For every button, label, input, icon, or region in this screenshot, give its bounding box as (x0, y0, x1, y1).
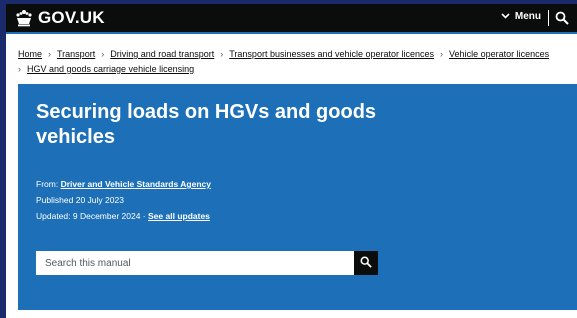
breadcrumb-driving-road-transport[interactable]: Driving and road transport (110, 49, 214, 59)
govuk-logo-link[interactable]: GOV.UK (14, 8, 105, 28)
breadcrumb-transport[interactable]: Transport (57, 49, 95, 59)
breadcrumb-home[interactable]: Home (18, 49, 42, 59)
breadcrumb-hgv-licensing[interactable]: HGV and goods carriage vehicle licensing (27, 64, 194, 74)
page-title: Securing loads on HGVs and goods vehicle… (36, 101, 377, 148)
updated-line: Updated: 9 December 2024 · See all updat… (36, 208, 211, 224)
chevron-right-icon: › (220, 49, 224, 59)
header-divider (548, 10, 549, 26)
published-line: Published 20 July 2023 (36, 192, 211, 208)
updated-date: 9 December 2024 · (72, 211, 146, 221)
search-icon (555, 11, 569, 29)
published-label: Published (36, 195, 74, 205)
search-submit-button[interactable] (354, 251, 378, 275)
hero-banner: Securing loads on HGVs and goods vehicle… (18, 84, 577, 310)
from-label: From: (36, 179, 59, 189)
breadcrumb: Home › Transport › Driving and road transpor… (18, 47, 563, 77)
search-icon (360, 256, 372, 271)
manual-search-form (36, 251, 378, 275)
breadcrumb-vehicle-operator-licences[interactable]: Vehicle operator licences (449, 49, 549, 59)
metadata: From: Driver and Vehicle Standards Agenc… (36, 176, 211, 224)
crown-icon (14, 9, 34, 27)
from-organisation-link[interactable]: Driver and Vehicle Standards Agency (61, 179, 211, 189)
header-search-button[interactable] (555, 11, 569, 25)
chevron-right-icon: › (48, 49, 52, 59)
header-bar: GOV.UK Menu (6, 4, 577, 32)
search-input[interactable] (36, 251, 354, 275)
menu-label: Menu (514, 11, 541, 22)
chevron-right-icon: › (101, 49, 105, 59)
from-line: From: Driver and Vehicle Standards Agenc… (36, 176, 211, 192)
see-all-updates-link[interactable]: See all updates (148, 211, 210, 221)
header-accent-line (6, 32, 577, 34)
chevron-down-icon (501, 11, 510, 22)
chevron-right-icon: › (18, 64, 21, 74)
page: GOV.UK Menu Home › Transport › Driving and r… (6, 4, 577, 318)
published-date: 20 July 2023 (75, 195, 124, 205)
breadcrumb-transport-businesses[interactable]: Transport businesses and vehicle operato… (229, 49, 434, 59)
chevron-right-icon: › (440, 49, 444, 59)
updated-label: Updated: (36, 211, 71, 221)
logo-text: GOV.UK (38, 8, 105, 27)
menu-button[interactable]: Menu (501, 11, 541, 22)
